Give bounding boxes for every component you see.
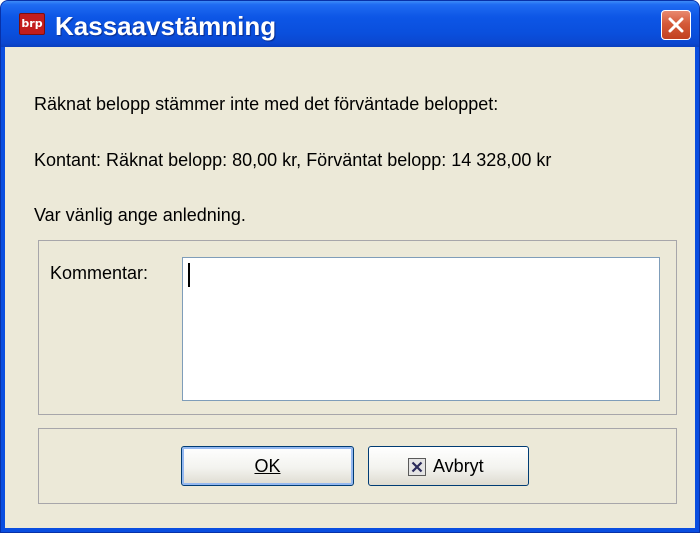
title-bar[interactable]: brp Kassaavstämning [1,1,699,47]
comment-textarea[interactable] [182,257,660,401]
close-icon [668,17,684,33]
window-title: Kassaavstämning [55,11,277,41]
button-group [38,428,677,504]
message-line-1: Räknat belopp stämmer inte med det förvä… [34,94,499,114]
ok-button-label: OK [254,456,281,476]
ok-button[interactable]: OK [181,446,354,486]
message-line-2: Kontant: Räknat belopp: 80,00 kr, Förvän… [34,150,552,170]
app-icon: brp [19,13,45,35]
x-box-icon [408,458,426,476]
message-line-3: Var vänlig ange anledning. [34,205,246,225]
cancel-button[interactable]: Avbryt [368,446,529,486]
text-caret [188,263,190,287]
close-button[interactable] [661,10,691,40]
comment-label: Kommentar: [50,263,149,283]
app-icon-text: brp [21,17,43,30]
cancel-button-label: Avbryt [433,456,484,476]
